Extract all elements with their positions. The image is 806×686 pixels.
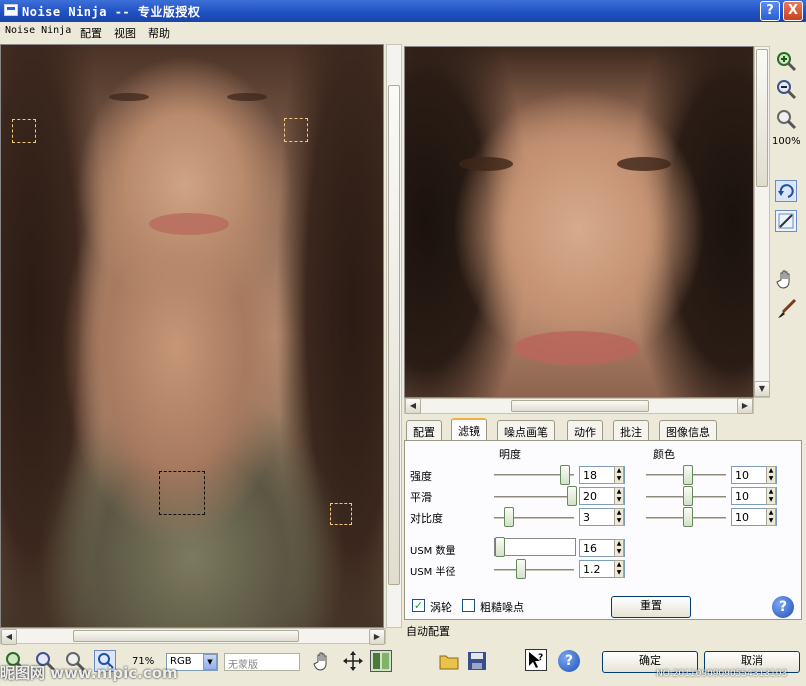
window-title: Noise Ninja -- 专业版授权: [22, 5, 201, 19]
strength-label: 强度: [410, 470, 432, 483]
watermark-id: NO:20110909090554313103: [656, 669, 788, 679]
zoom-out-icon[interactable]: [775, 78, 797, 100]
vortex-checkbox[interactable]: ✓: [412, 599, 425, 612]
tab-annotations[interactable]: 批注: [613, 420, 649, 440]
left-vertical-scroll-thumb[interactable]: [388, 85, 400, 585]
tab-config[interactable]: 配置: [406, 420, 442, 440]
zoom-actual-icon[interactable]: [775, 108, 797, 130]
save-icon[interactable]: [466, 650, 488, 672]
left-horizontal-scrollbar[interactable]: ◀ ▶: [0, 628, 386, 645]
usm-radius-slider[interactable]: [494, 569, 574, 571]
menu-item-config[interactable]: 配置: [80, 25, 102, 41]
hand-icon[interactable]: [775, 268, 797, 290]
rotate-icon[interactable]: [775, 180, 797, 202]
coarse-noise-checkbox[interactable]: [462, 599, 475, 612]
scroll-left-arrow[interactable]: ◀: [1, 629, 17, 645]
tab-image-info[interactable]: 图像信息: [659, 420, 717, 440]
title-close-button[interactable]: X: [783, 1, 803, 21]
usm-radius-label: USM 半径: [410, 567, 456, 578]
split-view-icon[interactable]: [370, 650, 392, 672]
scroll-right-arrow[interactable]: ▶: [369, 629, 385, 645]
sample-box[interactable]: [284, 118, 308, 142]
usm-amount-slider-knob[interactable]: [495, 537, 505, 557]
brush-icon[interactable]: [775, 298, 797, 320]
original-eye-left: [109, 93, 149, 101]
usm-radius-spinner[interactable]: ▲ ▼: [614, 560, 624, 578]
sample-box[interactable]: [330, 503, 352, 525]
smooth-brightness-slider-knob[interactable]: [567, 486, 577, 506]
usm-amount-slider[interactable]: [494, 538, 576, 556]
context-help-icon[interactable]: ?: [525, 649, 547, 671]
usm-radius-slider-knob[interactable]: [516, 559, 526, 579]
contrast-brightness-spinner[interactable]: ▲ ▼: [614, 508, 624, 526]
move-icon[interactable]: [342, 650, 364, 672]
menu-bar: Noise Ninja 配置 视图 帮助: [0, 22, 806, 42]
brightness-column-label: 明度: [499, 448, 521, 461]
status-text: 自动配置: [406, 625, 450, 638]
color-column-label: 颜色: [653, 448, 675, 461]
original-eye-right: [227, 93, 267, 101]
left-horizontal-scroll-thumb[interactable]: [73, 630, 299, 642]
left-vertical-scrollbar[interactable]: [386, 44, 402, 628]
strength-brightness-spinner[interactable]: ▲ ▼: [614, 466, 624, 484]
mask-value: 无蒙版: [228, 660, 258, 671]
smooth-label: 平滑: [410, 491, 432, 504]
usm-amount-label: USM 数量: [410, 546, 456, 557]
help-icon[interactable]: ?: [558, 650, 580, 672]
original-image-panel[interactable]: [0, 44, 384, 628]
preview-lips: [513, 331, 639, 365]
svg-text:?: ?: [538, 653, 543, 663]
smooth-brightness-slider[interactable]: [494, 496, 574, 498]
vortex-checkbox-label: 涡轮: [430, 601, 452, 614]
preview-horizontal-scroll-thumb[interactable]: [511, 400, 649, 412]
title-bar: Noise Ninja -- 专业版授权 ? X: [0, 0, 806, 22]
sample-box[interactable]: [159, 471, 205, 515]
scroll-down-arrow[interactable]: ▼: [754, 381, 770, 397]
smooth-color-spinner[interactable]: ▲ ▼: [766, 487, 776, 505]
contrast-color-slider-knob[interactable]: [683, 507, 693, 527]
title-help-button[interactable]: ?: [760, 1, 780, 21]
strength-color-spinner[interactable]: ▲ ▼: [766, 466, 776, 484]
reset-button[interactable]: 重置: [611, 596, 691, 618]
hand-icon[interactable]: [312, 650, 334, 672]
right-toolbar: 100%: [772, 46, 802, 336]
tab-actions[interactable]: 动作: [567, 420, 603, 440]
strength-color-slider-knob[interactable]: [683, 465, 693, 485]
preview-vertical-scroll-thumb[interactable]: [756, 49, 768, 187]
zoom-in-icon[interactable]: [775, 50, 797, 72]
zoom-level-label: 100%: [772, 136, 801, 147]
preview-eye-right: [617, 157, 671, 171]
open-folder-icon[interactable]: [438, 650, 460, 672]
color-mode-dropdown-icon[interactable]: ▼: [203, 654, 217, 670]
watermark-site: 昵图网 www.nipic.com: [0, 664, 178, 682]
scroll-left-arrow[interactable]: ◀: [405, 398, 421, 414]
strength-brightness-slider-knob[interactable]: [560, 465, 570, 485]
preview-horizontal-scrollbar[interactable]: ◀ ▶: [404, 398, 754, 414]
smooth-brightness-spinner[interactable]: ▲ ▼: [614, 487, 624, 505]
tab-noise-brush[interactable]: 噪点画笔: [497, 420, 555, 440]
crop-icon[interactable]: [775, 210, 797, 232]
contrast-label: 对比度: [410, 512, 443, 525]
menu-item-noise-ninja[interactable]: Noise Ninja: [5, 25, 71, 36]
coarse-noise-checkbox-label: 粗糙噪点: [480, 601, 524, 614]
sample-box[interactable]: [12, 119, 36, 143]
menu-item-help[interactable]: 帮助: [148, 25, 170, 41]
preview-vertical-scrollbar[interactable]: ▼: [754, 46, 770, 398]
filter-help-icon[interactable]: ?: [772, 596, 794, 618]
tab-filter[interactable]: 滤镜: [451, 418, 487, 441]
original-lips: [149, 213, 229, 235]
mask-select[interactable]: 无蒙版: [224, 653, 300, 671]
scroll-right-arrow[interactable]: ▶: [737, 398, 753, 414]
contrast-color-spinner[interactable]: ▲ ▼: [766, 508, 776, 526]
app-window-icon: [4, 4, 18, 16]
contrast-brightness-slider-knob[interactable]: [504, 507, 514, 527]
preview-image-panel[interactable]: [404, 46, 754, 398]
menu-item-view[interactable]: 视图: [114, 25, 136, 41]
preview-eye-left: [459, 157, 513, 171]
smooth-color-slider-knob[interactable]: [683, 486, 693, 506]
usm-amount-spinner[interactable]: ▲ ▼: [614, 539, 624, 557]
